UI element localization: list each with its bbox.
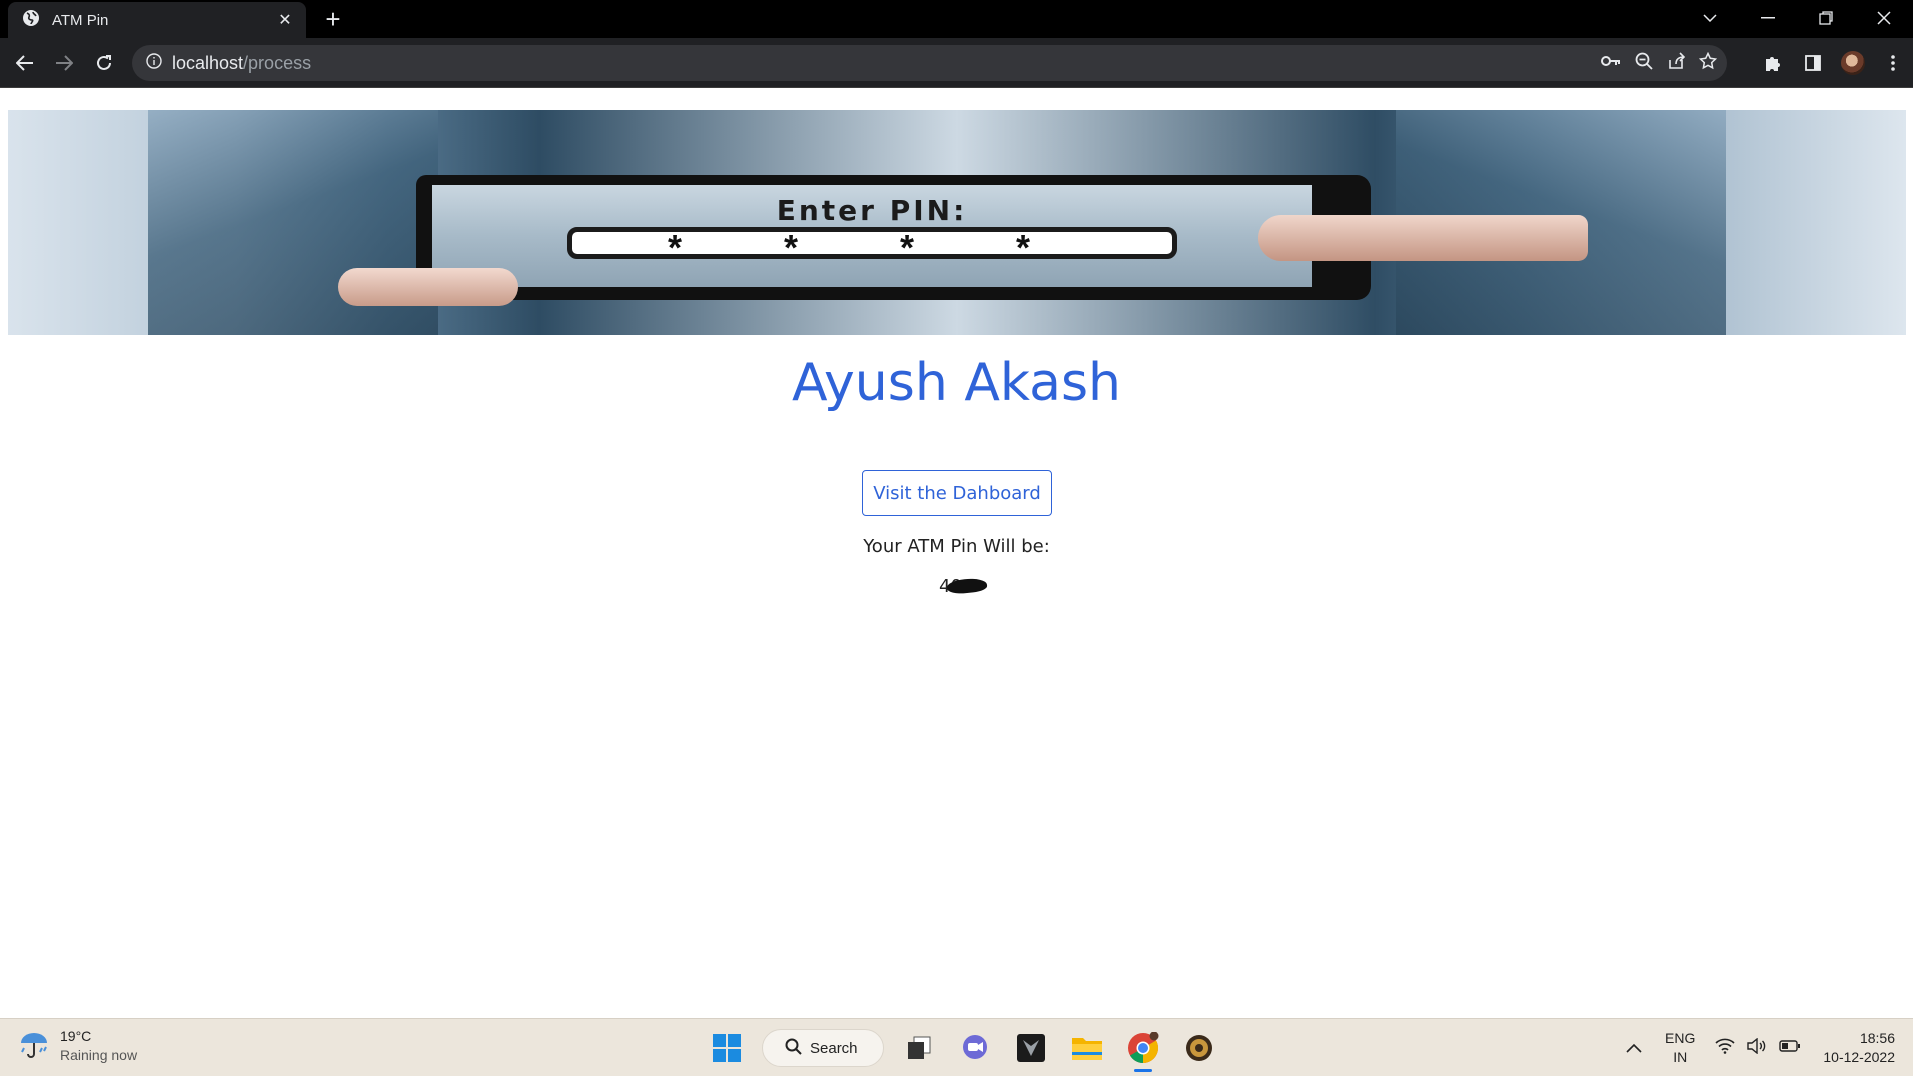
reload-icon[interactable]	[87, 46, 121, 80]
tab-search-chevron-icon[interactable]	[1681, 0, 1739, 36]
pin-caption: Your ATM Pin Will be:	[863, 536, 1050, 557]
tab-close-icon[interactable]: ✕	[274, 10, 296, 30]
restore-button[interactable]	[1797, 0, 1855, 36]
search-icon	[785, 1038, 802, 1059]
omnibox-actions	[1601, 45, 1718, 81]
left-hand-graphic	[338, 268, 518, 306]
game-app-icon[interactable]	[1178, 1027, 1220, 1069]
url-host: localhost	[172, 52, 244, 73]
browser-toolbar: localhost/process	[0, 38, 1913, 88]
profile-avatar[interactable]	[1833, 46, 1873, 80]
banner-pin-mask: * * * *	[567, 227, 1177, 268]
bookmark-star-icon[interactable]	[1698, 51, 1718, 75]
kebab-menu-icon[interactable]	[1873, 46, 1913, 80]
search-label: Search	[810, 1039, 858, 1057]
side-panel-icon[interactable]	[1793, 46, 1833, 80]
key-icon[interactable]	[1601, 54, 1621, 72]
window-controls	[1681, 0, 1913, 36]
chrome-icon[interactable]	[1122, 1027, 1164, 1072]
minimize-button[interactable]	[1739, 0, 1797, 36]
windows-taskbar: 19°C Raining now Search ENG IN 18:56 10-…	[0, 1018, 1913, 1076]
back-arrow-icon[interactable]	[8, 46, 42, 80]
right-hand-graphic	[1258, 215, 1588, 261]
input-language[interactable]: ENG IN	[1665, 1029, 1695, 1067]
predator-sense-icon[interactable]	[1010, 1027, 1052, 1069]
url-path: /process	[243, 52, 312, 73]
close-window-button[interactable]	[1855, 0, 1913, 36]
taskbar-search[interactable]: Search	[762, 1029, 884, 1067]
url-text: localhost/process	[172, 53, 311, 74]
info-icon[interactable]	[146, 52, 162, 74]
pin-value: 40	[939, 576, 988, 597]
globe-icon	[22, 9, 40, 32]
umbrella-rain-icon	[18, 1028, 50, 1065]
chevron-up-icon[interactable]	[1617, 1043, 1651, 1053]
clock[interactable]: 18:56 10-12-2022	[1823, 1029, 1895, 1067]
tab-strip: ATM Pin ✕ +	[0, 0, 1913, 38]
clock-time: 18:56	[1859, 1030, 1895, 1046]
address-bar[interactable]: localhost/process	[132, 45, 1727, 81]
zoom-icon[interactable]	[1635, 52, 1653, 75]
new-tab-button[interactable]: +	[318, 4, 348, 34]
task-view-icon[interactable]	[898, 1027, 940, 1069]
wifi-icon[interactable]	[1715, 1038, 1735, 1059]
extensions-puzzle-icon[interactable]	[1753, 46, 1793, 80]
banner-mask: * * * *	[667, 227, 1077, 268]
tab-title: ATM Pin	[52, 11, 109, 29]
tab-atm-pin[interactable]: ATM Pin ✕	[8, 2, 306, 38]
lang-bottom: IN	[1673, 1049, 1688, 1065]
lang-top: ENG	[1665, 1030, 1696, 1046]
weather-widget[interactable]: 19°C Raining now	[18, 1027, 137, 1065]
forward-arrow-icon[interactable]	[47, 46, 81, 80]
temperature: 19°C	[60, 1028, 92, 1044]
battery-icon[interactable]	[1779, 1039, 1801, 1057]
volume-icon[interactable]	[1747, 1037, 1767, 1059]
banner-pin-label: Enter PIN:	[776, 194, 968, 227]
toolbar-right	[1753, 46, 1913, 80]
windows-start-icon[interactable]	[706, 1027, 748, 1069]
system-tray: ENG IN 18:56 10-12-2022	[1617, 1019, 1913, 1076]
web-page: Enter PIN: * * * * Ayush Akash Visit the…	[0, 89, 1913, 1017]
visit-dashboard-button[interactable]: Visit the Dahboard	[862, 470, 1052, 516]
clock-date: 10-12-2022	[1823, 1049, 1895, 1065]
taskbar-apps: Search	[706, 1026, 1220, 1072]
user-name-heading: Ayush Akash	[791, 353, 1122, 413]
file-explorer-icon[interactable]	[1066, 1027, 1108, 1069]
share-icon[interactable]	[1667, 51, 1686, 75]
teams-chat-icon[interactable]	[954, 1027, 996, 1069]
tablet-graphic: Enter PIN: * * * *	[416, 175, 1371, 300]
screen: ATM Pin ✕ + localhost/process Enter PIN:…	[0, 0, 1913, 1076]
weather-status: Raining now	[60, 1047, 138, 1063]
banner-image: Enter PIN: * * * *	[8, 110, 1906, 335]
